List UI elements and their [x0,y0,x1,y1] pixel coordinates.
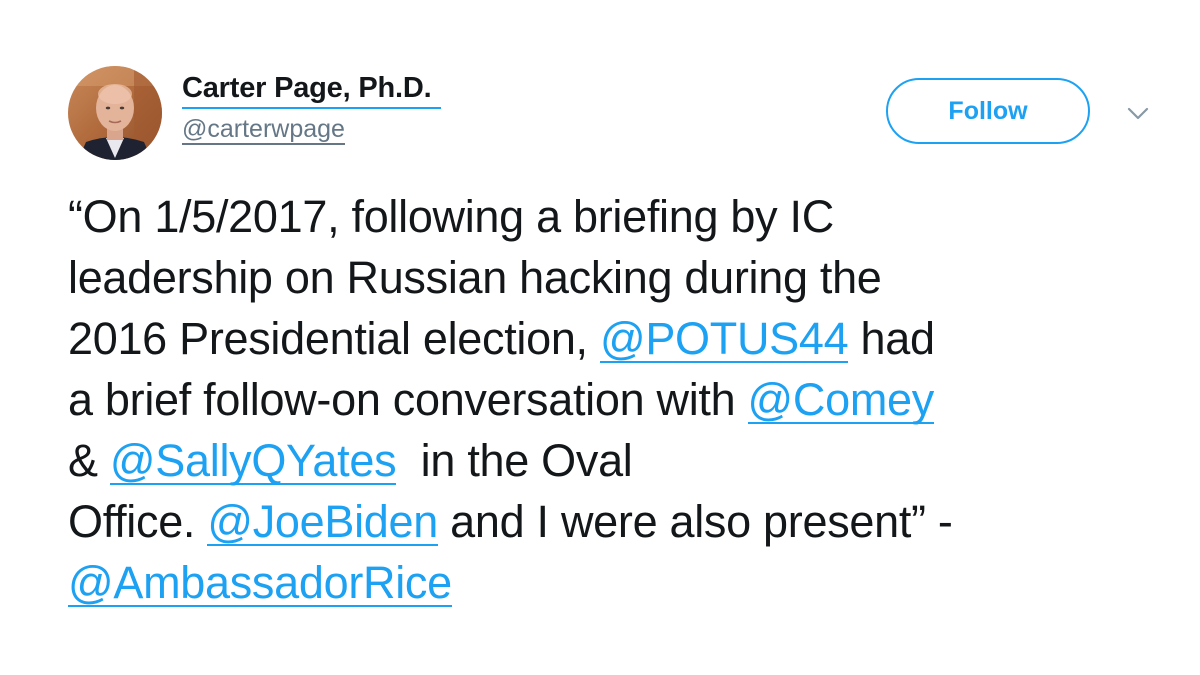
tweet-line: leadership on Russian hacking during the [68,252,882,303]
mention-joebiden-link[interactable]: @JoeBiden [207,499,438,546]
tweet-text-segment: in the Oval [396,435,633,486]
tweet-text-segment: Office. [68,496,208,547]
user-handle[interactable]: @carterwpage [182,115,345,145]
tweet-line: @AmbassadorRice [68,552,1168,613]
tweet-card: Carter Page, Ph.D. @carterwpage Follow “… [0,0,1200,675]
mention-potus44-link[interactable]: @POTUS44 [599,316,849,363]
tweet-line: & @SallyQYates in the Oval [68,430,1168,491]
chevron-down-icon[interactable] [1126,101,1150,125]
tweet-line: “On 1/5/2017, following a briefing by IC [68,191,834,242]
mention-sallyqyates-link[interactable]: @SallyQYates [109,438,397,485]
tweet-text: “On 1/5/2017, following a briefing by IC… [68,186,1168,613]
mention-ambassadorrice-link[interactable]: @AmbassadorRice [68,560,452,607]
tweet-line: Office. @JoeBiden and I were also presen… [68,491,1168,552]
follow-button[interactable]: Follow [886,78,1090,144]
tweet-text-segment: & [68,435,110,486]
user-info: Carter Page, Ph.D. @carterwpage [182,72,442,145]
profile-photo-icon [68,66,162,160]
display-name[interactable]: Carter Page, Ph.D. [182,72,442,109]
avatar[interactable] [68,66,162,160]
tweet-line: a brief follow-on conversation with @Com… [68,369,1168,430]
tweet-text-segment: 2016 Presidential election, [68,313,600,364]
tweet-line: 2016 Presidential election, @POTUS44 had [68,308,1168,369]
mention-comey-link[interactable]: @Comey [747,377,934,424]
tweet-text-segment: a brief follow-on conversation with [68,374,748,425]
tweet-text-segment: had [848,313,936,364]
tweet-text-segment: and I were also present” - [437,496,953,547]
